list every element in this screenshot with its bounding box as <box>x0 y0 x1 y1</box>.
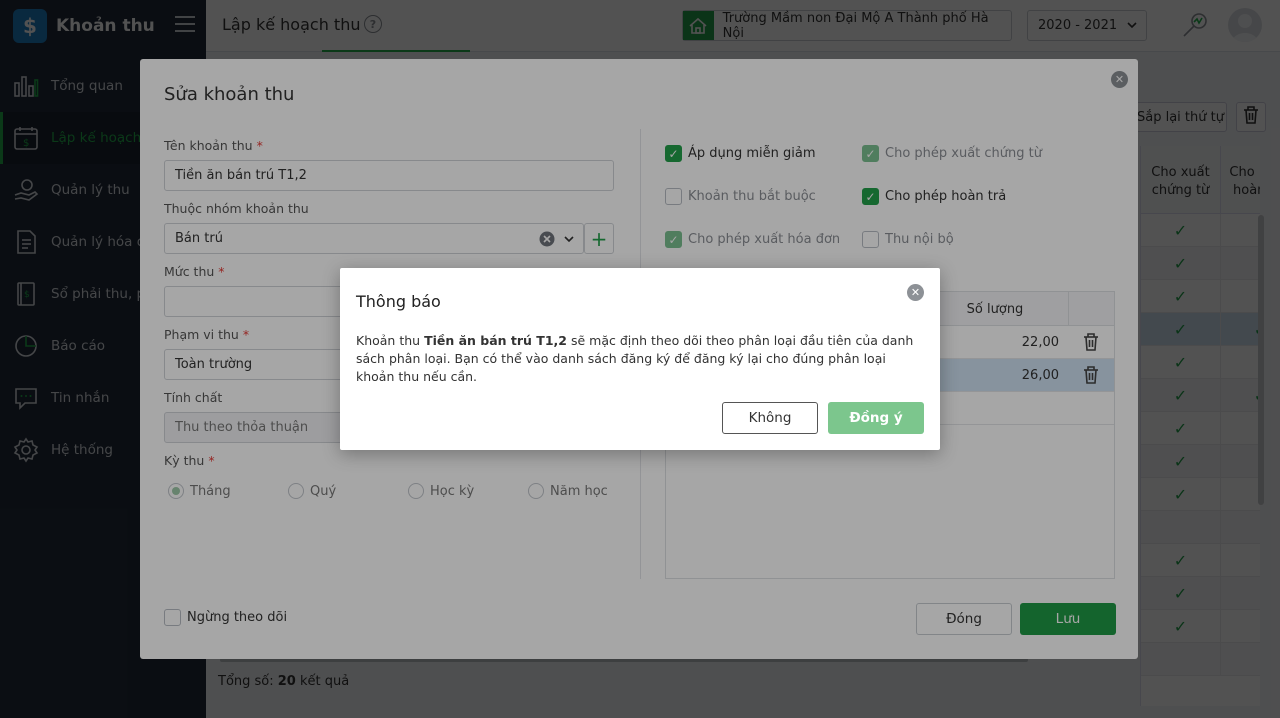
close-icon[interactable]: ✕ <box>907 284 924 301</box>
agree-button[interactable]: Đồng ý <box>828 402 924 434</box>
dialog-message: Khoản thu Tiền ăn bán trú T1,2 sẽ mặc đị… <box>356 333 914 384</box>
notice-dialog: Thông báo ✕ Khoản thu Tiền ăn bán trú T1… <box>340 268 940 450</box>
fee-name-highlight: Tiền ăn bán trú T1,2 <box>424 333 567 348</box>
dialog-title: Thông báo <box>356 292 441 311</box>
no-button[interactable]: Không <box>722 402 818 434</box>
